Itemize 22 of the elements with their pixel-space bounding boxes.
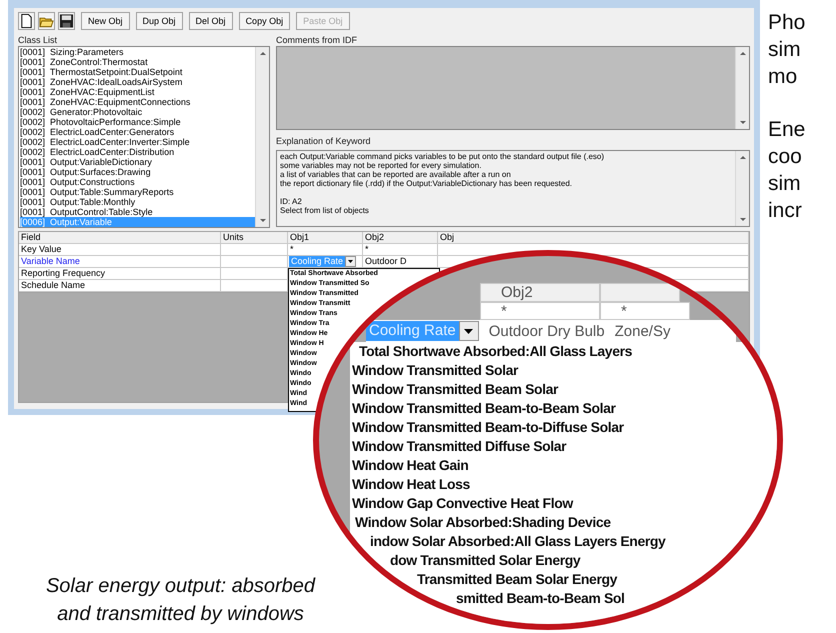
field-name: Key Value <box>19 244 221 256</box>
explanation-text: ID: A2 Select from list of objects <box>280 197 369 215</box>
column-header: Obj2 <box>363 232 438 244</box>
field-name: Reporting Frequency <box>19 268 221 280</box>
table-cell: Zone/Sy <box>614 322 670 340</box>
column-header: Obj2 <box>480 283 600 302</box>
explanation-label: Explanation of Keyword <box>276 136 372 147</box>
column-header: Field <box>19 232 221 244</box>
slide-text: Ene coo sim incr <box>768 117 806 224</box>
field-name: Variable Name <box>19 256 221 268</box>
table-cell: * <box>600 302 690 320</box>
column-header: Obj <box>438 232 749 244</box>
slide-caption: Solar energy output: absorbed and transmitted by windows <box>44 574 316 627</box>
column-header: Obj1 <box>288 232 363 244</box>
class-list-label: Class List <box>18 35 58 46</box>
field-name: Schedule Name <box>19 280 221 292</box>
explanation-text: each Output:Variable command picks variables to be put onto the standard output file (.eso) some variables may not be reported for every simulation. a list of variables that can be reported are available after a run on the report dictionary file (.rdd) if the Output:VariableDictionary has been requested. <box>280 152 604 188</box>
comments-label: Comments from IDF <box>276 35 358 46</box>
table-cell: Outdoor Dry Bulb <box>488 322 605 340</box>
slide-text: Pho sim mo <box>768 10 806 90</box>
column-header: Units <box>221 232 288 244</box>
table-cell: * <box>480 302 600 320</box>
